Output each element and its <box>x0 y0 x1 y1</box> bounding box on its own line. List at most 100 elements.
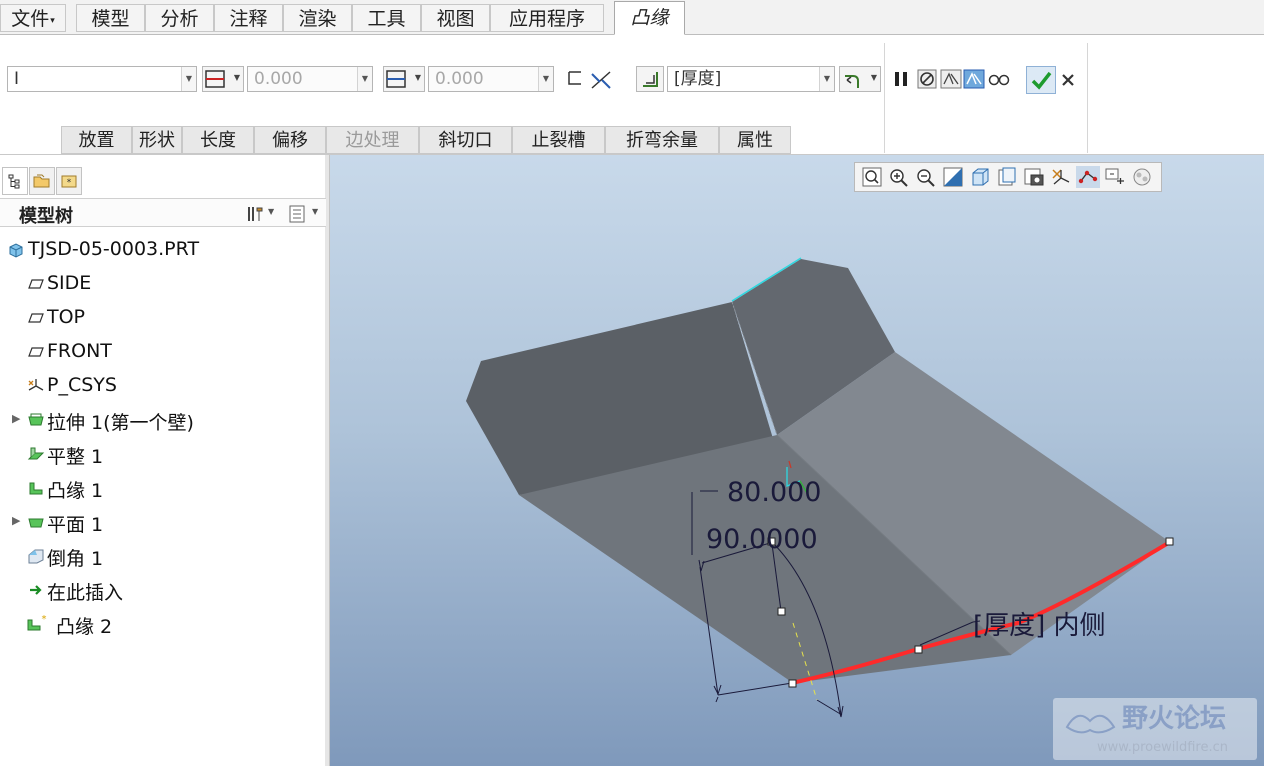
tab-model-tree[interactable] <box>2 167 28 195</box>
bend-side-button[interactable]: ▼ <box>839 66 881 92</box>
tab-model[interactable]: 模型 <box>76 4 145 32</box>
glasses-icon[interactable] <box>988 71 1010 87</box>
tab-tools[interactable]: 工具 <box>352 4 421 32</box>
length-end1-button[interactable]: ▼ <box>202 66 244 92</box>
tree-item-csys[interactable]: P_CSYS <box>0 370 326 402</box>
tab-view[interactable]: 视图 <box>421 4 490 32</box>
subtab-label: 偏移 <box>272 130 308 151</box>
preview-icon[interactable] <box>940 69 962 89</box>
drag-handle[interactable] <box>788 679 797 688</box>
expand-arrow-icon[interactable]: ▶ <box>12 412 20 425</box>
subtab-relief[interactable]: 止裂槽 <box>512 126 605 154</box>
tree-item-front[interactable]: FRONT <box>0 336 326 368</box>
svg-text:*: * <box>42 615 47 625</box>
saved-views-icon[interactable] <box>995 166 1019 188</box>
length1-field[interactable]: 0.000 ▼ <box>247 66 373 92</box>
tree-item-extrude[interactable]: ▶ 拉伸 1(第一个壁) <box>0 404 326 436</box>
tab-label: 模型 <box>91 8 130 30</box>
tab-label: 视图 <box>436 8 475 30</box>
view-manager-icon[interactable] <box>1022 166 1046 188</box>
tab-flange[interactable]: 凸缘 <box>614 1 685 35</box>
pause-icon[interactable] <box>892 69 910 89</box>
display-style-icon[interactable] <box>968 166 992 188</box>
watermark: 野火论坛 www.proewildfire.cn <box>1053 698 1257 760</box>
tree-item-insert-here[interactable]: 在此插入 <box>0 574 326 606</box>
model-viewport[interactable]: 80.000 90.0000 [厚度] 内侧 野火论坛 www.proewild… <box>330 155 1264 766</box>
tab-folder-browser[interactable] <box>29 167 55 195</box>
length-end2-button[interactable]: ▼ <box>383 66 425 92</box>
length-end2-icon <box>386 70 406 88</box>
datum-display-icon[interactable] <box>1049 166 1073 188</box>
part-icon <box>9 243 23 258</box>
subtab-length[interactable]: 长度 <box>182 126 254 154</box>
subtab-shape[interactable]: 形状 <box>132 126 182 154</box>
bend-side-icon <box>845 75 859 88</box>
tree-item-flange1[interactable]: 凸缘 1 <box>0 472 326 504</box>
subtab-label: 边处理 <box>345 130 400 151</box>
tree-item-flange2[interactable]: * 凸缘 2 <box>0 608 326 640</box>
zoom-in-icon[interactable] <box>887 166 911 188</box>
tab-label: 应用程序 <box>508 8 585 30</box>
tree-item-label: SIDE <box>47 272 92 294</box>
length2-field[interactable]: 0.000 ▼ <box>428 66 554 92</box>
subtab-label: 止裂槽 <box>531 130 586 151</box>
shape-combo[interactable]: I ▼ <box>7 66 197 92</box>
appearance-icon[interactable] <box>1130 166 1154 188</box>
subtab-label: 属性 <box>737 130 773 151</box>
chevron-down-icon: ▼ <box>357 67 372 91</box>
tab-annotate[interactable]: 注释 <box>214 4 283 32</box>
drag-handle[interactable] <box>777 607 786 616</box>
thickness-combo[interactable]: [厚度] ▼ <box>667 66 835 92</box>
tab-analysis[interactable]: 分析 <box>145 4 214 32</box>
drag-handle[interactable] <box>914 645 923 654</box>
tree-item-planar[interactable]: ▶ 平面 1 <box>0 506 326 538</box>
close-icon[interactable] <box>1060 72 1076 88</box>
tree-item-flat[interactable]: 平整 1 <box>0 438 326 470</box>
file-menu[interactable]: 文件▾ <box>0 4 66 32</box>
repaint-icon[interactable] <box>941 166 965 188</box>
tree-item-chamfer[interactable]: 倒角 1 <box>0 540 326 572</box>
graphics-window[interactable]: 80.000 90.0000 [厚度] 内侧 野火论坛 www.proewild… <box>330 155 1264 766</box>
length1-value: 0.000 <box>254 69 303 89</box>
annotation-display-icon[interactable] <box>1076 166 1100 188</box>
thickness-combo-value: [厚度] <box>674 69 722 89</box>
ribbon: I ▼ ▼ 0.000 ▼ ▼ 0.000 ▼ [厚度] ▼ ▼ 放置 形状 长… <box>0 35 1264 155</box>
refit-icon[interactable] <box>860 166 884 188</box>
tab-favorites[interactable]: * <box>56 167 82 195</box>
subtab-offset[interactable]: 偏移 <box>254 126 326 154</box>
ok-button[interactable] <box>1026 66 1056 94</box>
tree-item-side[interactable]: SIDE <box>0 268 326 300</box>
subtab-properties[interactable]: 属性 <box>719 126 791 154</box>
tree-item-part[interactable]: TJSD-05-0003.PRT <box>0 234 326 266</box>
chevron-down-icon[interactable]: ▼ <box>268 207 274 216</box>
length-dimension[interactable]: 80.000 <box>727 477 821 508</box>
chevron-down-icon: ▼ <box>414 73 421 82</box>
tree-item-top[interactable]: TOP <box>0 302 326 334</box>
watermark-title: 野火论坛 <box>1122 704 1226 734</box>
verify-icon[interactable] <box>963 69 985 89</box>
drag-handle[interactable] <box>1165 537 1174 546</box>
flange-wall-icon <box>29 482 43 495</box>
expand-arrow-icon[interactable]: ▶ <box>12 514 20 527</box>
spin-center-icon[interactable] <box>1103 166 1127 188</box>
subtab-miter-cuts[interactable]: 斜切口 <box>419 126 512 154</box>
angle-dimension[interactable]: 90.0000 <box>706 524 818 555</box>
subtab-placement[interactable]: 放置 <box>61 126 132 154</box>
no-preview-icon[interactable] <box>917 69 937 89</box>
subtab-bend-allowance[interactable]: 折弯余量 <box>605 126 719 154</box>
flip-direction-icon[interactable] <box>566 68 614 92</box>
tab-render[interactable]: 渲染 <box>283 4 352 32</box>
tree-item-label: TJSD-05-0003.PRT <box>28 238 200 260</box>
flange-wall-new-icon: * <box>27 615 47 631</box>
thickness-side-label[interactable]: [厚度] 内侧 <box>973 611 1106 641</box>
tree-item-label: 在此插入 <box>47 582 124 604</box>
zoom-out-icon[interactable] <box>914 166 938 188</box>
thickness-side-button[interactable] <box>636 66 664 92</box>
file-menu-label: 文件 <box>11 8 50 30</box>
chevron-down-icon[interactable]: ▼ <box>312 207 318 216</box>
show-list-icon[interactable] <box>289 205 305 223</box>
app-window: 文件▾ 模型 分析 注释 渲染 工具 视图 应用程序 凸缘 I ▼ ▼ 0.00… <box>0 0 1264 766</box>
extrude-wall-icon <box>28 413 44 426</box>
settings-tools-icon[interactable] <box>246 205 264 223</box>
tab-applications[interactable]: 应用程序 <box>490 4 604 32</box>
